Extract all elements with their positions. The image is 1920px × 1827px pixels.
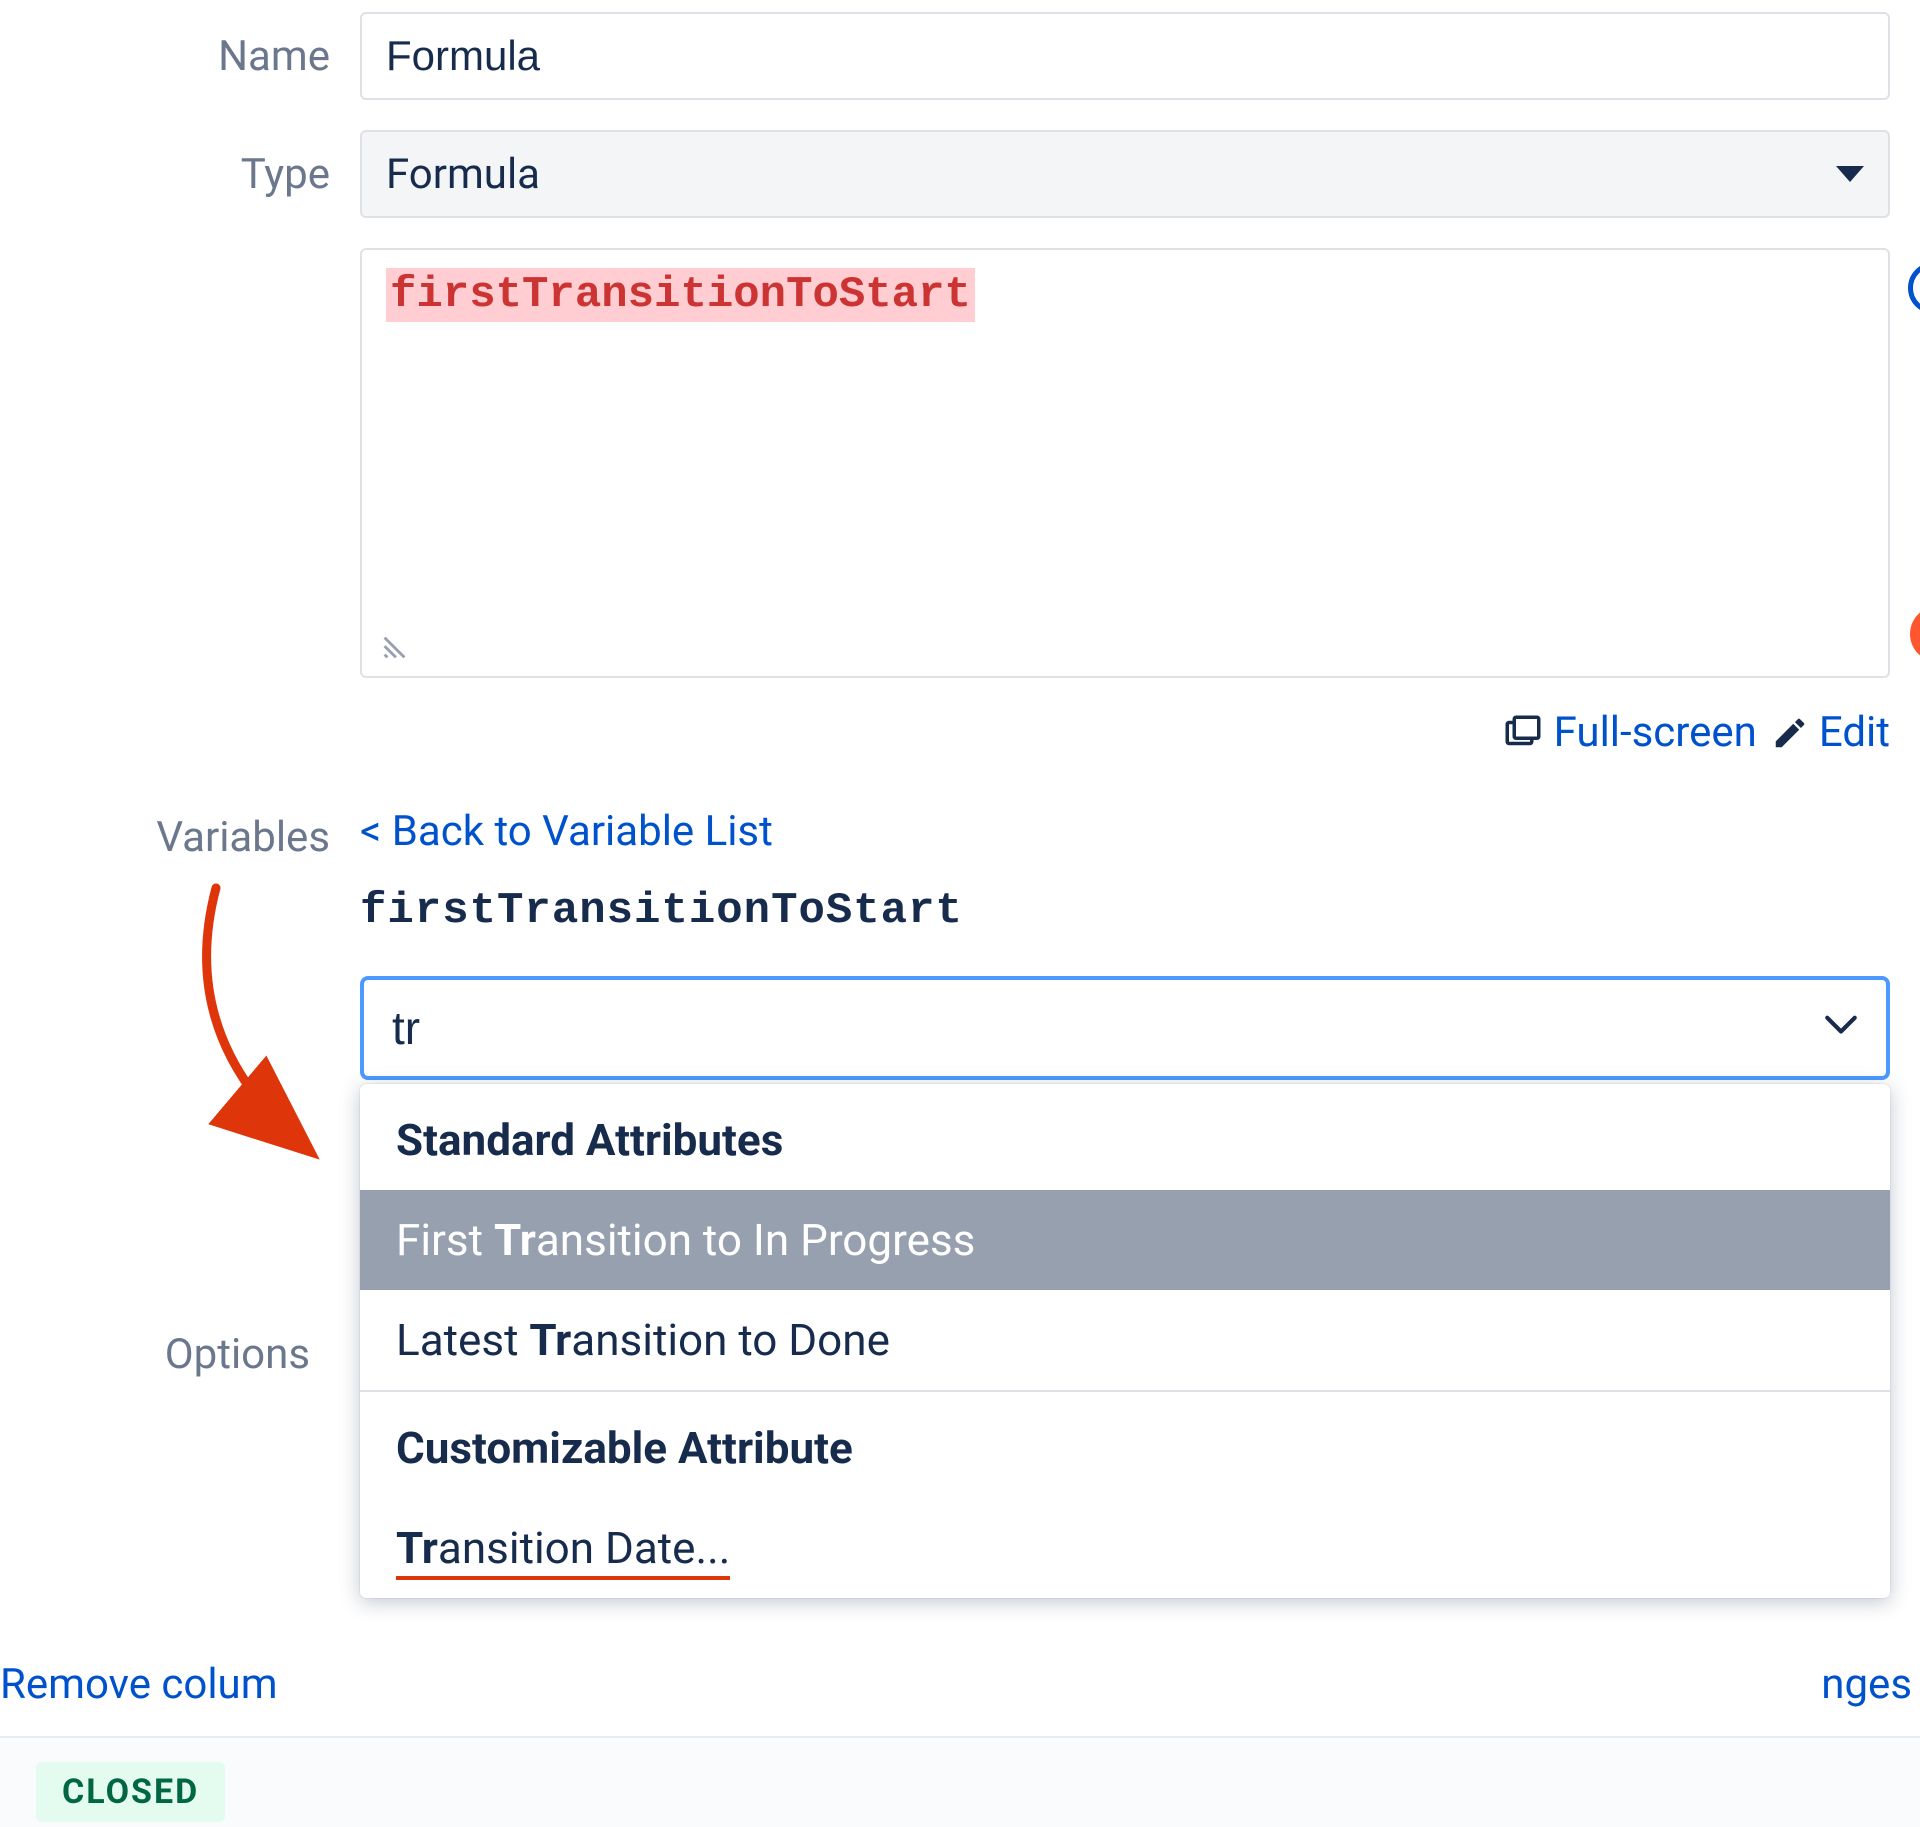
dropdown-group-standard: Standard Attributes (360, 1084, 1890, 1190)
resize-handle-icon[interactable] (367, 631, 412, 665)
bottom-bar (0, 1736, 1920, 1827)
type-label: Type (20, 150, 360, 199)
type-select[interactable]: Formula (360, 130, 1890, 218)
dropdown-group-customizable: Customizable Attribute (360, 1392, 1890, 1498)
warning-icon[interactable]: ! (1910, 606, 1920, 662)
fullscreen-icon (1502, 712, 1544, 754)
name-label: Name (20, 32, 360, 81)
dropdown-item-transition-date[interactable]: Transition Date... (360, 1498, 1890, 1598)
help-icon[interactable]: ? (1908, 262, 1920, 314)
variable-search-input[interactable] (360, 976, 1890, 1080)
editor-actions: Full-screen Edit (360, 708, 1890, 757)
changes-link-suffix[interactable]: nges (1821, 1660, 1912, 1709)
pencil-icon (1771, 714, 1809, 752)
type-select-value: Formula (386, 150, 540, 199)
chevron-down-icon (1836, 166, 1864, 182)
edit-link[interactable]: Edit (1771, 708, 1890, 757)
dropdown-item-first-transition[interactable]: First Transition to In Progress (360, 1190, 1890, 1290)
variable-name: firstTransitionToStart (360, 886, 1890, 936)
options-label: Options (0, 1330, 340, 1379)
variable-dropdown: Standard Attributes First Transition to … (360, 1084, 1890, 1598)
remove-column-link[interactable]: Remove colum (0, 1660, 278, 1709)
type-row: Type Formula (20, 130, 1900, 218)
name-row: Name (20, 12, 1900, 100)
back-to-variable-list-link[interactable]: < Back to Variable List (360, 807, 1890, 856)
fullscreen-link[interactable]: Full-screen (1502, 708, 1757, 757)
formula-text: firstTransitionToStart (386, 268, 975, 322)
bottom-links-row: Remove colum nges (0, 1660, 1920, 1709)
status-badge-closed: CLOSED (36, 1762, 225, 1822)
dropdown-item-latest-transition[interactable]: Latest Transition to Done (360, 1290, 1890, 1390)
variable-input-wrap: Standard Attributes First Transition to … (360, 976, 1890, 1080)
variables-row: Variables < Back to Variable List firstT… (20, 807, 1900, 1080)
formula-editor[interactable]: firstTransitionToStart (360, 248, 1890, 678)
name-input[interactable] (360, 12, 1890, 100)
formula-row: firstTransitionToStart ? ! (20, 248, 1900, 678)
variables-label: Variables (20, 807, 360, 862)
